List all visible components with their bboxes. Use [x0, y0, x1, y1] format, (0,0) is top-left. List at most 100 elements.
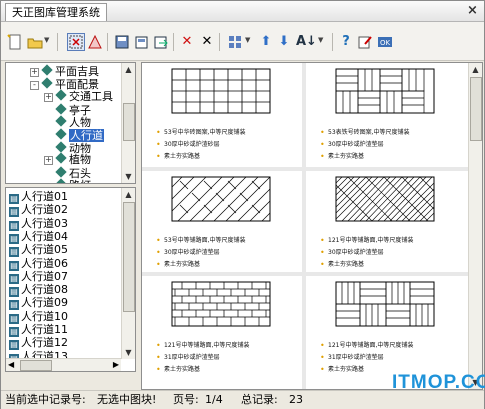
ok-icon[interactable]: OK — [377, 34, 393, 50]
list-item-label: 人行道10 — [21, 309, 68, 323]
cancel-icon[interactable]: ✕ — [199, 34, 215, 50]
tree-node[interactable]: + 植物 — [44, 152, 91, 166]
gallery-item[interactable]: 53号中华砖图案,中等尺度铺装 30厚中砂或炉渣砂层 素土夯实路基 — [146, 63, 296, 163]
caption-line: 素土夯实路基 — [320, 261, 364, 268]
tree-node[interactable]: 石头 — [44, 166, 91, 179]
tree-node[interactable]: 动物 — [44, 140, 91, 154]
expand-toggle-icon[interactable]: + — [44, 156, 53, 166]
scroll-up-icon[interactable]: ▲ — [122, 63, 135, 76]
category-icon — [55, 128, 67, 140]
expand-toggle-icon[interactable]: + — [44, 93, 53, 103]
scroll-down-icon[interactable]: ▼ — [122, 346, 135, 359]
tree-node-label: 平面配景 — [55, 77, 99, 91]
help-icon[interactable]: ? — [338, 34, 354, 50]
gallery-scrollbar[interactable]: ▲ ▼ — [468, 63, 482, 389]
tree-node[interactable]: 人物 — [44, 115, 91, 130]
list-item[interactable]: ▤ 人行道05 — [9, 243, 68, 258]
gallery-item[interactable]: 53号中等铺路面,中等尺度铺装 30厚中砂或炉渣垫层 素土夯实路基 — [146, 171, 296, 271]
scroll-up-icon[interactable]: ▲ — [469, 63, 482, 76]
caption-line: 53号中等铺路面,中等尺度铺装 — [156, 237, 246, 244]
caption-line: 30厚中砂或炉渣砂层 — [156, 141, 220, 148]
list-item[interactable]: ▤ 人行道12 — [9, 336, 68, 351]
scroll-thumb[interactable] — [123, 202, 135, 312]
tree-scrollbar[interactable]: ▲ ▼ — [121, 63, 135, 183]
close-icon[interactable]: × — [465, 3, 480, 18]
caption-line: 31厚中砂或炉渣垫层 — [156, 354, 220, 361]
chevron-down-icon[interactable]: ▼ — [318, 36, 323, 44]
gallery-item[interactable]: 53表铁号砖图案,中等尺度铺装 30厚中砂或炉渣垫层 素土夯实路基 — [310, 63, 460, 163]
move-down-icon[interactable]: ⬇ — [276, 34, 292, 50]
list-item-label: 人行道08 — [21, 283, 68, 297]
scroll-down-icon[interactable]: ▼ — [122, 170, 135, 183]
edit-icon[interactable] — [357, 34, 373, 50]
view-mode-icon[interactable] — [227, 34, 243, 50]
preview-gallery: 53号中华砖图案,中等尺度铺装 30厚中砂或炉渣砂层 素土夯实路基 — [141, 62, 483, 390]
chevron-down-icon[interactable]: ▼ — [245, 36, 250, 44]
tree-node-label: 人物 — [69, 116, 91, 130]
tree-node[interactable]: 路灯 — [44, 178, 91, 183]
tree-node[interactable]: - 平面配景 — [30, 76, 99, 91]
tree-node[interactable]: + 交通工具 — [44, 89, 113, 104]
tree-node-label: 交通工具 — [69, 90, 113, 104]
gallery-item[interactable]: 121号中等铺路面,中等尺度铺装 31厚中砂或炉渣垫层 素土夯实路基 — [146, 276, 296, 376]
list-hscrollbar[interactable]: ◀ ▶ — [6, 358, 121, 371]
scroll-up-icon[interactable]: ▲ — [122, 188, 135, 201]
list-item[interactable]: ▤ 人行道01 — [9, 190, 68, 204]
sort-icon[interactable]: A↓ — [296, 34, 317, 50]
window-title-tab[interactable]: 天正图库管理系统 — [5, 3, 107, 21]
tree-node-label: 平面吉具 — [55, 65, 99, 78]
tree-node-label: 亭子 — [69, 103, 91, 117]
gallery-item[interactable]: 121号中等铺路面,中等尺度铺装 31厚中砂或炉渣垫层 素土夯实路基 — [310, 276, 460, 376]
tree-node[interactable]: 人行道 — [44, 128, 104, 142]
move-up-icon[interactable]: ⬆ — [258, 34, 274, 50]
watermark-text: ITMOP.COM — [392, 372, 485, 393]
fill-icon[interactable] — [87, 34, 103, 50]
toolbar: ▼ ✕ ✕ ▼ ⬆ ⬇ A↓ ▼ ? OK — [1, 22, 484, 61]
expand-toggle-icon[interactable]: - — [30, 80, 39, 90]
list-item[interactable]: ▤ 人行道08 — [9, 283, 68, 298]
tree-node[interactable]: + 平面吉具 — [30, 64, 99, 78]
current-record-value: 无选中图块! — [97, 393, 157, 406]
list-scrollbar[interactable]: ▲ ▼ — [121, 188, 135, 359]
list-item[interactable]: ▤ 人行道02 — [9, 203, 68, 218]
export-icon[interactable] — [153, 34, 169, 50]
chevron-down-icon[interactable]: ▼ — [44, 36, 49, 44]
tree-node-label: 路灯 — [69, 179, 91, 183]
total-label: 总记录: — [241, 393, 278, 406]
list-item[interactable]: ▤ 人行道07 — [9, 269, 68, 284]
list-item[interactable]: ▤ 人行道06 — [9, 257, 68, 271]
list-item[interactable]: ▤ 人行道10 — [9, 309, 68, 324]
list-item[interactable]: ▤ 人行道03 — [9, 216, 68, 231]
list-item[interactable]: ▤ 人行道09 — [9, 296, 68, 311]
category-icon — [55, 89, 67, 101]
expand-toggle-icon[interactable]: + — [30, 68, 39, 77]
page-label: 页号: — [173, 393, 199, 406]
caption-line: 30厚中砂或炉渣垫层 — [320, 141, 384, 148]
list-item-label: 人行道07 — [21, 269, 68, 283]
category-icon — [55, 166, 67, 178]
scroll-thumb[interactable] — [123, 103, 135, 141]
list-item-label: 人行道09 — [21, 296, 68, 310]
list-item-label: 人行道02 — [21, 203, 68, 217]
category-tree[interactable]: +平面吉具-平面配景+交通工具亭子人物人行道动物+植物石头路灯 ▲ ▼ — [5, 62, 136, 184]
list-item-label: 人行道03 — [21, 216, 68, 230]
caption-line: 53号中华砖图案,中等尺度铺装 — [156, 129, 246, 136]
caption-line: 121号中等铺路面,中等尺度铺装 — [156, 342, 249, 349]
select-all-icon[interactable] — [67, 33, 85, 51]
library-window: 天正图库管理系统 × ▼ ✕ ✕ ▼ ⬆ ⬇ A↓ ▼ ? OK + 平面吉具 - 平… — [0, 0, 485, 409]
save-as-icon[interactable] — [134, 34, 150, 50]
category-icon — [55, 103, 67, 115]
save-icon[interactable] — [114, 34, 130, 50]
pattern-thumbnail — [335, 68, 435, 114]
delete-icon[interactable]: ✕ — [179, 34, 195, 50]
scroll-thumb[interactable] — [470, 77, 482, 141]
tree-node[interactable]: 亭子 — [44, 103, 91, 117]
new-icon[interactable] — [7, 34, 23, 50]
pattern-thumbnail — [335, 176, 435, 222]
gallery-item[interactable]: 121号中等铺路面,中等尺度铺装 30厚中砂或炉渣垫层 素土夯实路基 — [310, 171, 460, 271]
open-icon[interactable] — [27, 34, 43, 50]
page-value: 1/4 — [205, 393, 223, 406]
list-item[interactable]: ▤ 人行道04 — [9, 230, 68, 244]
list-item[interactable]: ▤ 人行道11 — [9, 323, 68, 337]
item-list[interactable]: ▤ 人行道01 ▤ 人行道02 ▤ 人行道03 ▤ 人行道04 ▤ 人行道05 ▤ 人行道06 ▤ 人行道… — [5, 187, 136, 372]
